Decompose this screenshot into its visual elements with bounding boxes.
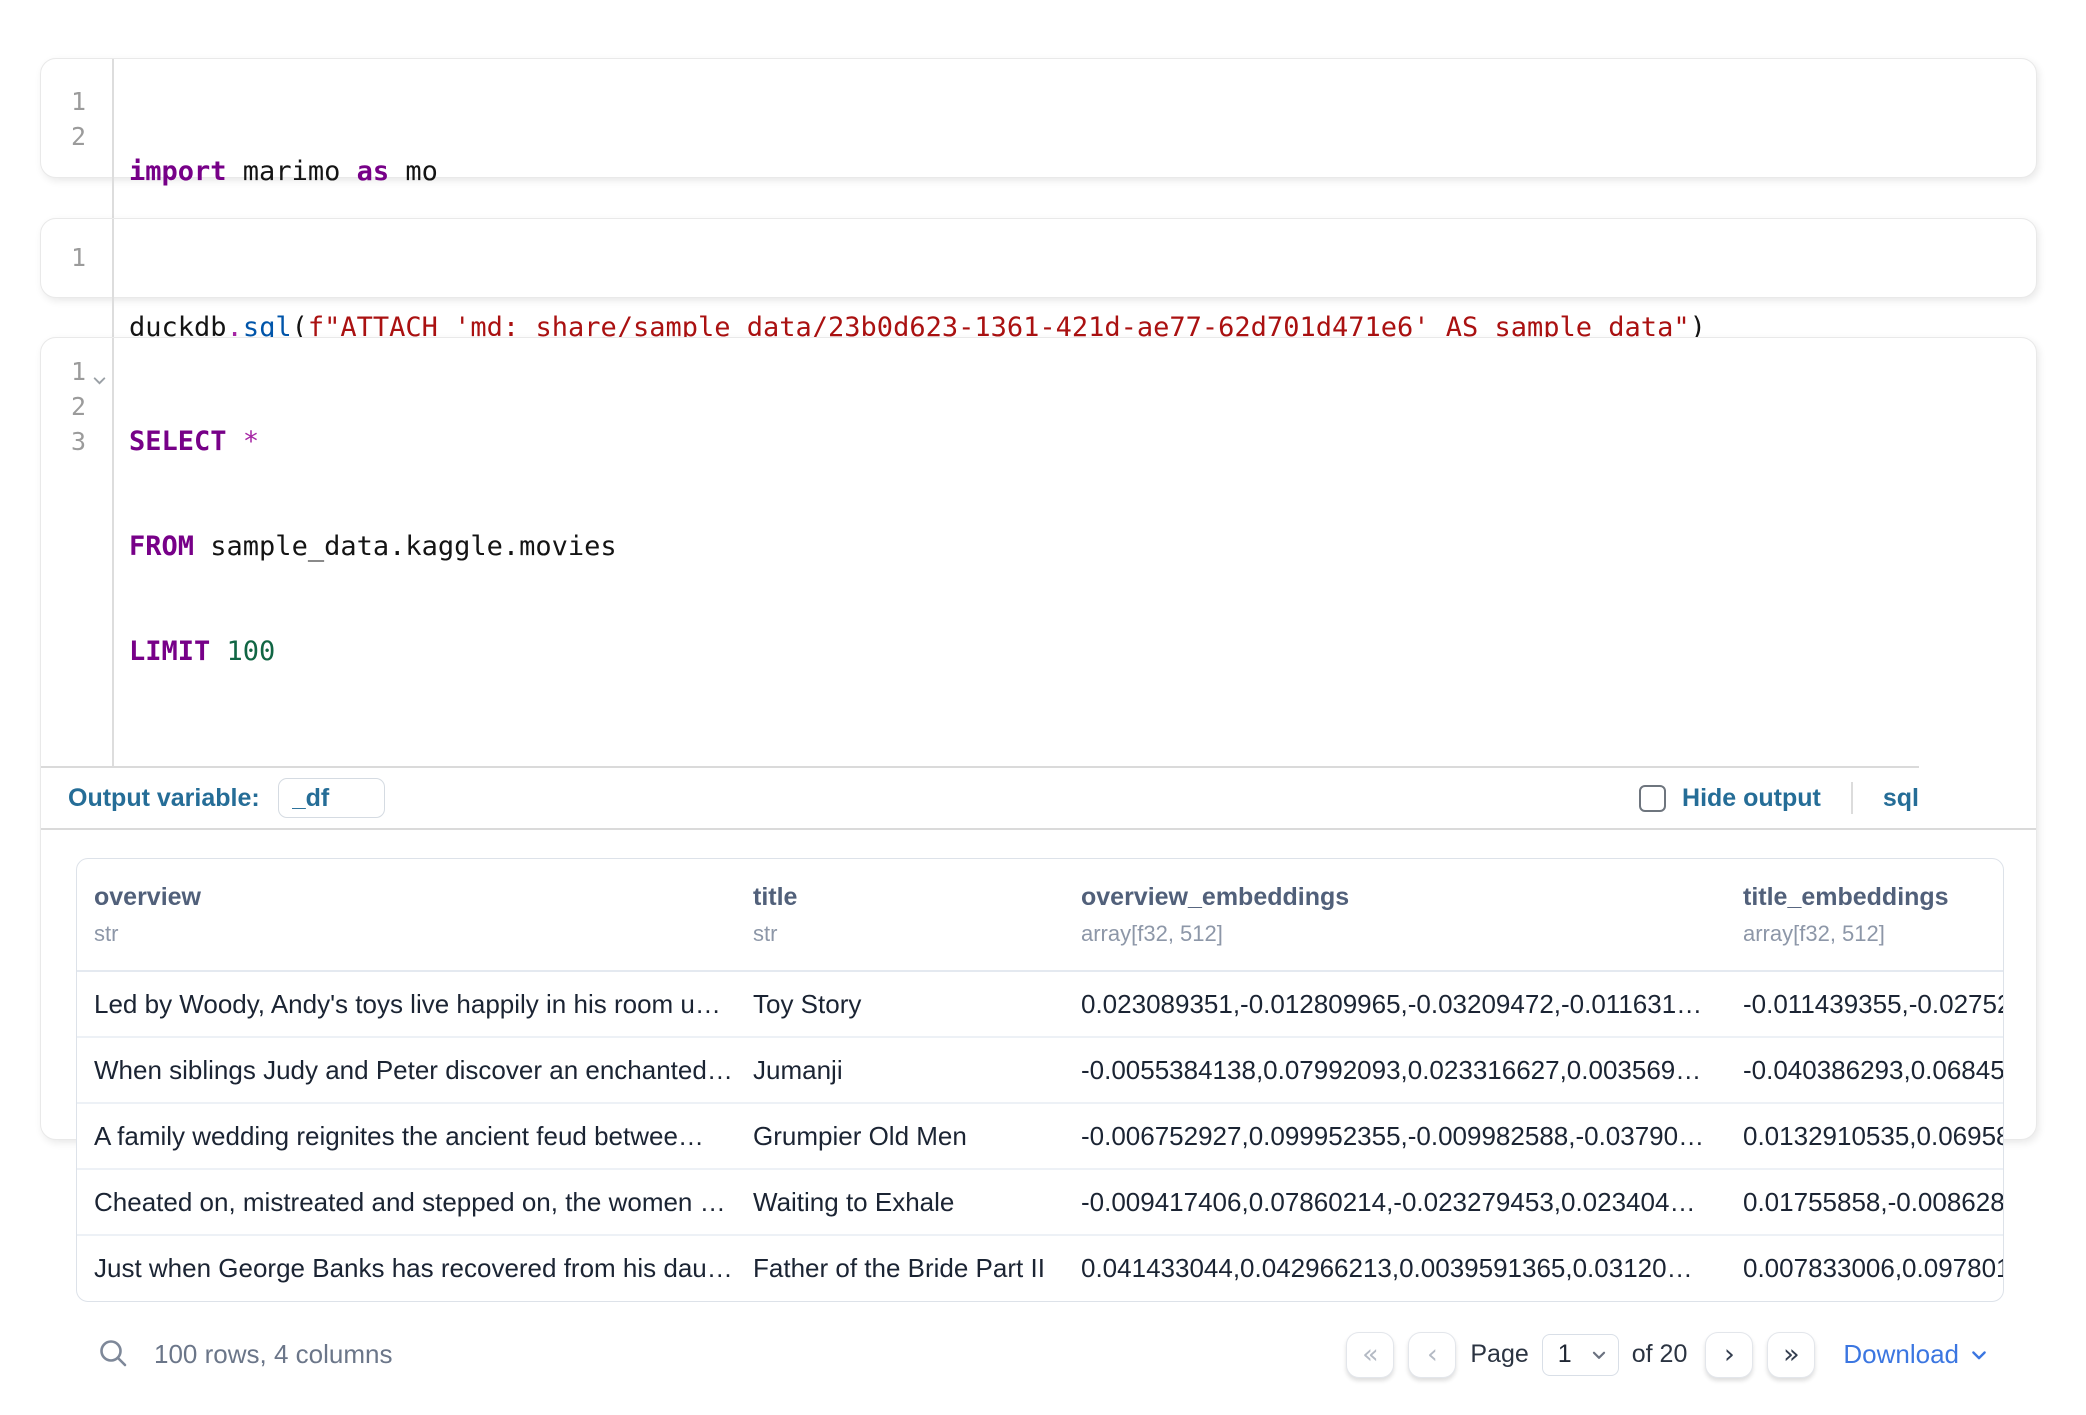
search-icon[interactable] <box>96 1337 132 1373</box>
column-dtype: array[f32, 512] <box>1081 922 1718 946</box>
column-dtype: array[f32, 512] <box>1743 922 1995 946</box>
code-token <box>227 426 243 457</box>
vertical-separator <box>1851 782 1853 814</box>
code-token: LIMIT <box>129 636 210 667</box>
cell-overview-embeddings: -0.009417406,0.07860214,-0.023279453,0.0… <box>1064 1169 1726 1235</box>
cell-title: Jumanji <box>736 1037 1064 1103</box>
cell-overview: When siblings Judy and Peter discover an… <box>77 1037 736 1103</box>
next-page-icon: › <box>1724 1341 1735 1368</box>
table-row[interactable]: Just when George Banks has recovered fro… <box>77 1235 2003 1301</box>
code-token: marimo <box>227 156 357 187</box>
cell-title: Father of the Bride Part II <box>736 1235 1064 1301</box>
table-row[interactable]: Cheated on, mistreated and stepped on, t… <box>77 1169 2003 1235</box>
hide-output-checkbox[interactable] <box>1639 785 1666 812</box>
code-line: import marimo as mo <box>129 154 2036 189</box>
hide-output-label[interactable]: Hide output <box>1682 784 1821 813</box>
output-variable-label: Output variable: <box>68 784 260 813</box>
cell-overview-embeddings: 0.023089351,-0.012809965,-0.03209472,-0.… <box>1064 971 1726 1037</box>
code-token: 100 <box>227 636 276 667</box>
first-page-button[interactable]: « <box>1346 1332 1394 1378</box>
page-number-select[interactable]: 1 <box>1542 1334 1619 1376</box>
table-row[interactable]: A family wedding reignites the ancient f… <box>77 1103 2003 1169</box>
cell-title-embeddings: 0.007833006,0.097801 <box>1726 1235 2003 1301</box>
code-token: mo <box>389 156 438 187</box>
output-variable-input[interactable] <box>278 778 385 818</box>
previous-page-button[interactable]: ‹ <box>1408 1332 1456 1378</box>
code-token: * <box>243 426 259 457</box>
code-line: FROM sample_data.kaggle.movies <box>129 529 2036 564</box>
chevron-down-icon <box>1590 1346 1608 1364</box>
code-line: LIMIT 100 <box>129 634 2036 669</box>
cell-output-area: overview str title str overview_embeddin… <box>41 830 2036 1415</box>
row-count-status: 100 rows, 4 columns <box>154 1339 392 1370</box>
table-footer: 100 rows, 4 columns « ‹ Page 1 of 20 › »… <box>76 1302 2004 1415</box>
page-total-label: of 20 <box>1632 1340 1688 1369</box>
column-header-overview[interactable]: overview str <box>77 859 736 971</box>
code-token: SELECT <box>129 426 227 457</box>
line-number-gutter: 1 2 3 <box>41 338 114 766</box>
code-token: as <box>357 156 390 187</box>
language-badge[interactable]: sql <box>1883 784 1919 813</box>
next-page-button[interactable]: › <box>1705 1332 1753 1378</box>
first-page-icon: « <box>1362 1341 1379 1368</box>
code-editor[interactable]: SELECT * FROM sample_data.kaggle.movies … <box>114 338 2036 766</box>
cell-overview: A family wedding reignites the ancient f… <box>77 1103 736 1169</box>
last-page-icon: » <box>1783 1341 1800 1368</box>
line-number: 3 <box>41 424 112 459</box>
cell-title-embeddings: -0.040386293,0.068451 <box>1726 1037 2003 1103</box>
notebook-cell-attach: 1 duckdb.sql(f"ATTACH 'md:_share/sample_… <box>40 218 2037 298</box>
table-header-row: overview str title str overview_embeddin… <box>77 859 2003 971</box>
line-number: 2 <box>41 119 112 154</box>
column-dtype: str <box>94 922 728 946</box>
cell-overview-embeddings: 0.041433044,0.042966213,0.0039591365,0.0… <box>1064 1235 1726 1301</box>
previous-page-icon: ‹ <box>1427 1341 1438 1368</box>
code-token <box>210 636 226 667</box>
notebook-cell-imports: 1 2 import marimo as mo import duckdb <box>40 58 2037 178</box>
line-number: 1 <box>41 354 112 389</box>
fold-chevron-icon[interactable] <box>91 363 108 380</box>
code-token: FROM <box>129 531 194 562</box>
cell-overview: Led by Woody, Andy's toys live happily i… <box>77 971 736 1037</box>
cell-overview: Just when George Banks has recovered fro… <box>77 1235 736 1301</box>
line-number: 2 <box>41 389 112 424</box>
cell-title: Grumpier Old Men <box>736 1103 1064 1169</box>
pagination: « ‹ Page 1 of 20 › » Download <box>1346 1332 1989 1378</box>
code-line: SELECT * <box>129 424 2036 459</box>
cell-title: Waiting to Exhale <box>736 1169 1064 1235</box>
download-button[interactable]: Download <box>1843 1339 1989 1370</box>
cell-title-embeddings: 0.01755858,-0.0086286 <box>1726 1169 2003 1235</box>
page-number-value: 1 <box>1558 1340 1590 1369</box>
line-number: 1 <box>41 240 112 275</box>
cell-title-embeddings: 0.0132910535,0.069585 <box>1726 1103 2003 1169</box>
column-header-title[interactable]: title str <box>736 859 1064 971</box>
dataframe-table: overview str title str overview_embeddin… <box>76 858 2004 1302</box>
column-header-overview-embeddings[interactable]: overview_embeddings array[f32, 512] <box>1064 859 1726 971</box>
column-dtype: str <box>753 922 1056 946</box>
column-header-title-embeddings[interactable]: title_embeddings array[f32, 512] <box>1726 859 2003 971</box>
chevron-down-icon <box>1969 1345 1989 1365</box>
page-label: Page <box>1470 1340 1528 1369</box>
last-page-button[interactable]: » <box>1767 1332 1815 1378</box>
code-token: sample_data.kaggle.movies <box>194 531 617 562</box>
cell-overview-embeddings: -0.0055384138,0.07992093,0.023316627,0.0… <box>1064 1037 1726 1103</box>
notebook-cell-sql: 1 2 3 SELECT * FROM sample_data.kaggle.m… <box>40 337 2037 1140</box>
code-token: import <box>129 156 227 187</box>
cell-overview-embeddings: -0.006752927,0.099952355,-0.009982588,-0… <box>1064 1103 1726 1169</box>
line-number: 1 <box>41 84 112 119</box>
cell-title: Toy Story <box>736 971 1064 1037</box>
cell-overview: Cheated on, mistreated and stepped on, t… <box>77 1169 736 1235</box>
cell-title-embeddings: -0.011439355,-0.027525 <box>1726 971 2003 1037</box>
table-row[interactable]: Led by Woody, Andy's toys live happily i… <box>77 971 2003 1037</box>
table-row[interactable]: When siblings Judy and Peter discover an… <box>77 1037 2003 1103</box>
